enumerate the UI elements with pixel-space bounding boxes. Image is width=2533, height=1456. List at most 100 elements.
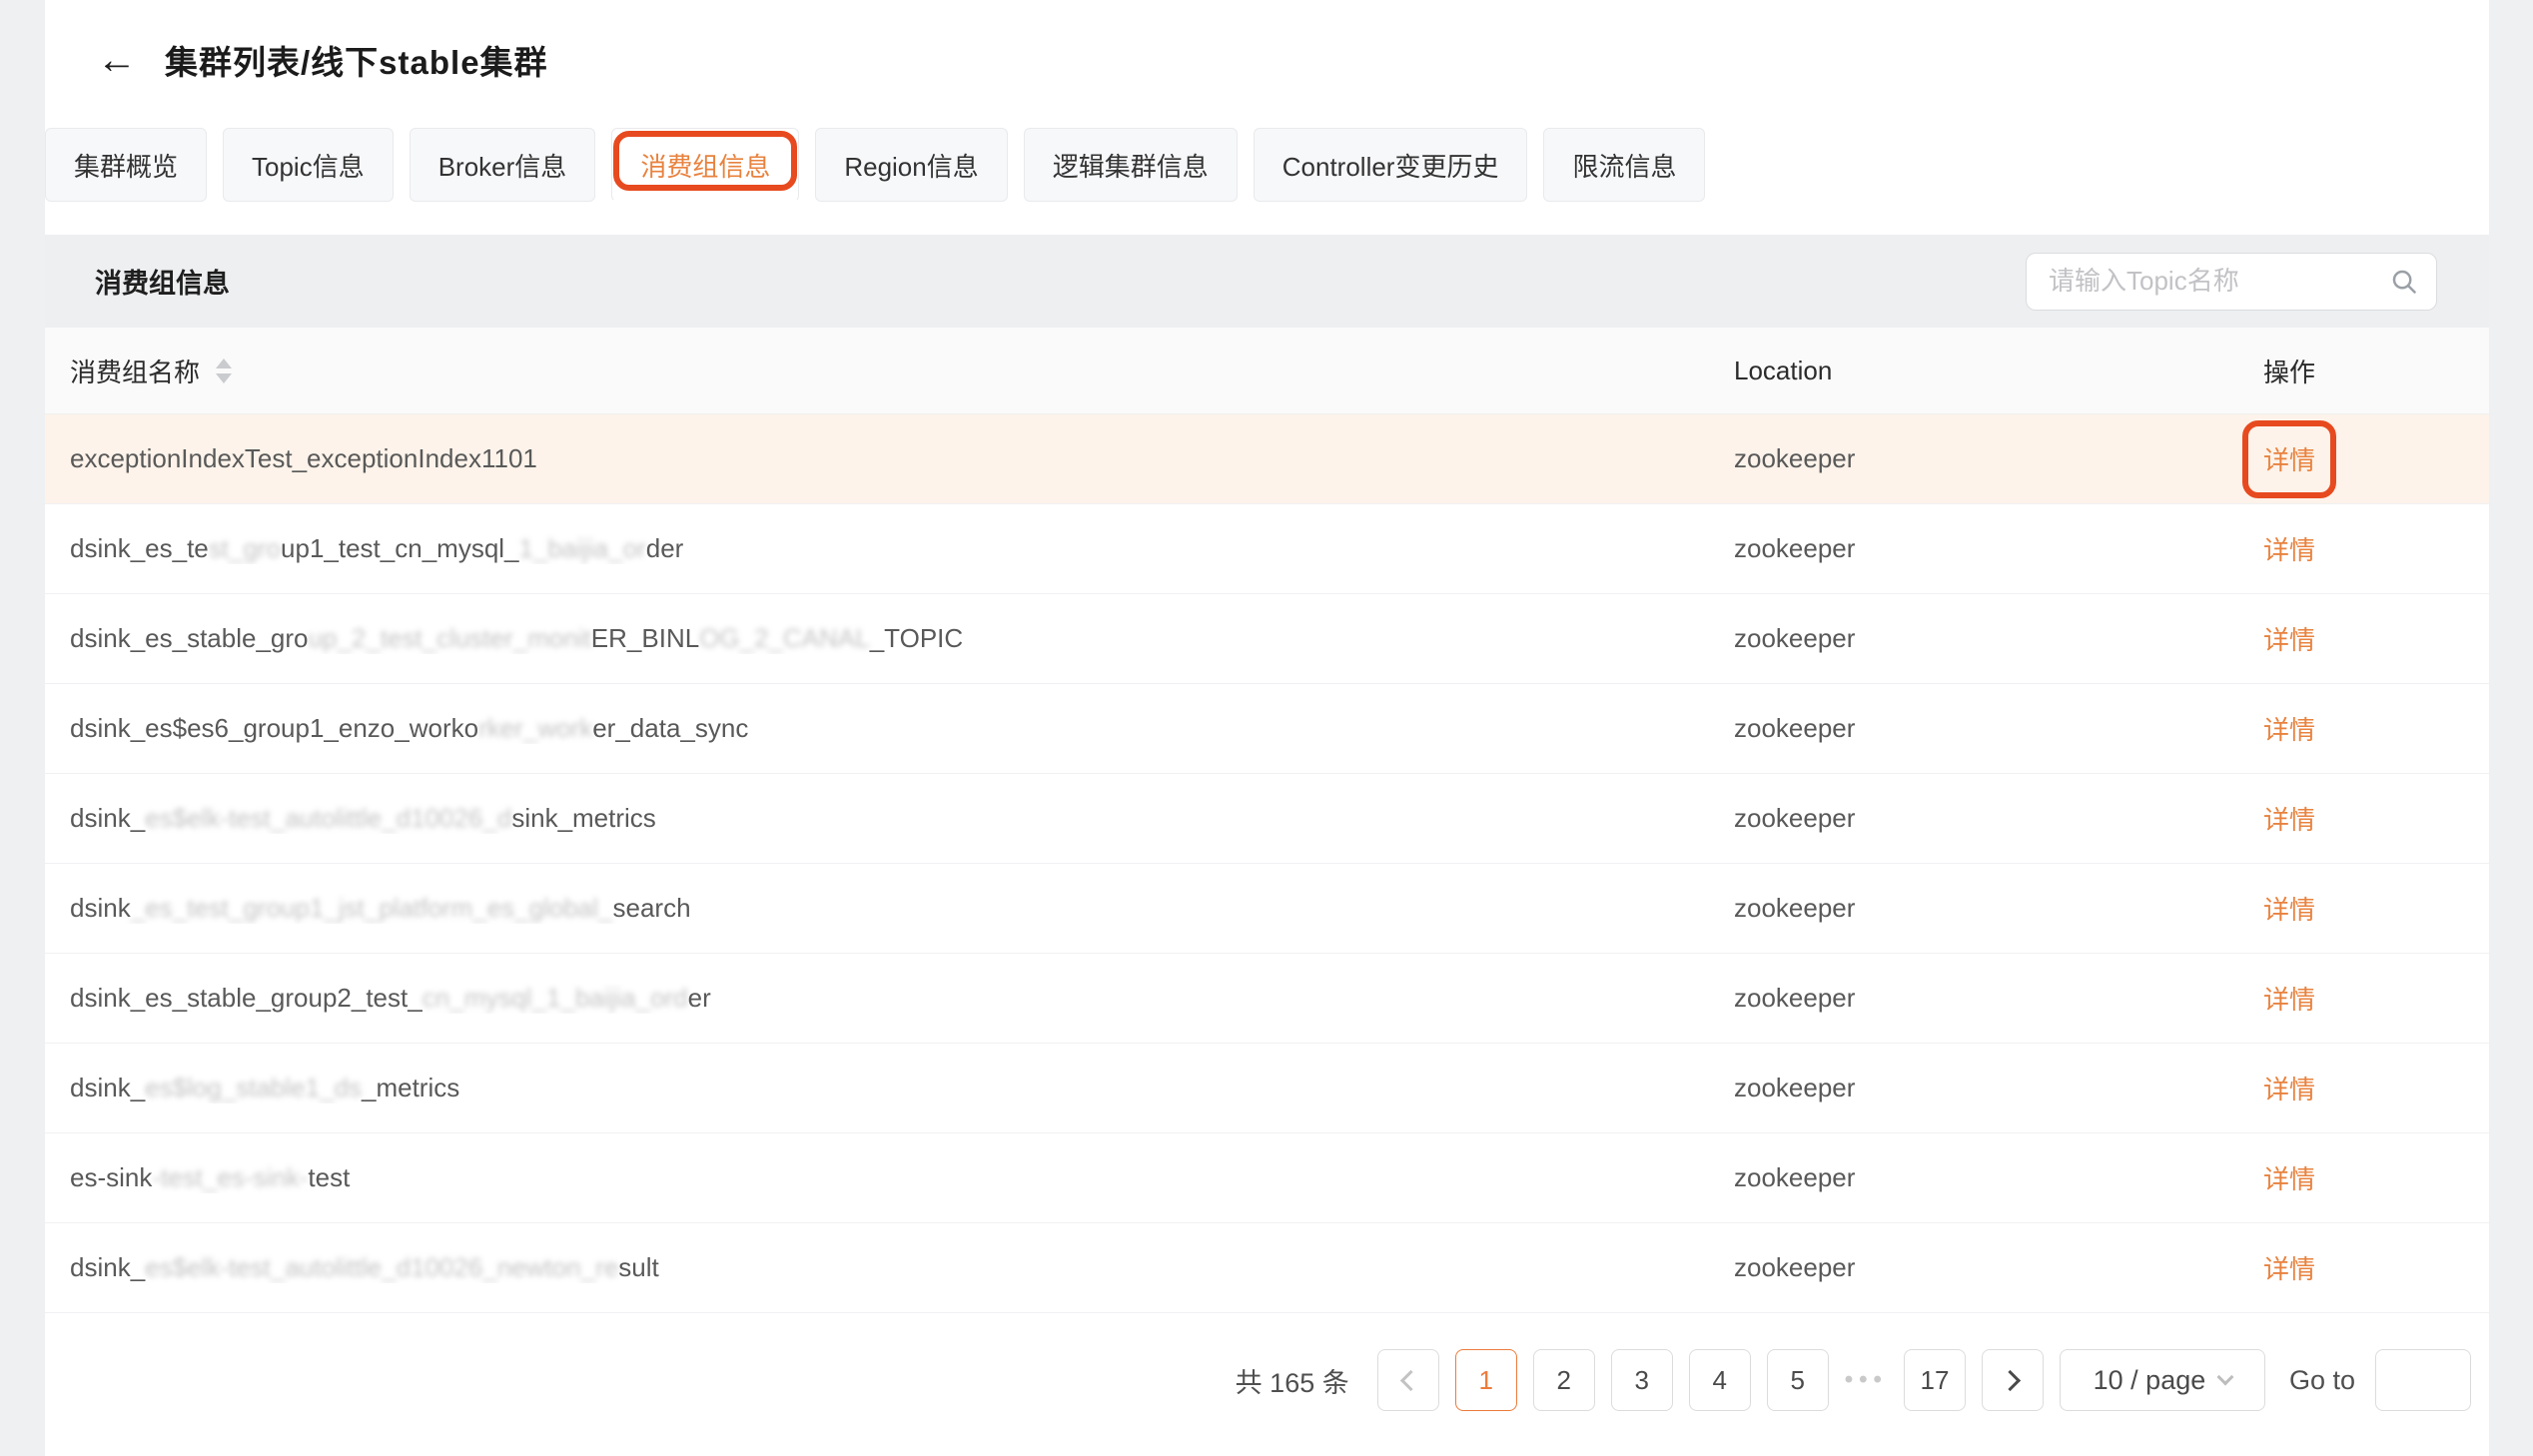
- tab-topic-info[interactable]: Topic信息: [223, 128, 394, 202]
- tab-label: 消费组信息: [640, 147, 770, 184]
- consumer-group-name: dsink_es_test_group1_test_cn_mysql_1_bai…: [45, 533, 1734, 564]
- chevron-down-icon: [2217, 1369, 2234, 1386]
- page-button-2[interactable]: 2: [1533, 1349, 1595, 1411]
- table-row: dsink_es$elk-test_autolittle_d10026_dsin…: [45, 774, 2489, 864]
- table-body: exceptionIndexTest_exceptionIndex1101zoo…: [45, 414, 2489, 1313]
- pagination: 共 165 条12345•••1710 / pageGo to: [45, 1349, 2489, 1411]
- location-value: zookeeper: [1734, 713, 2090, 744]
- page-size-select[interactable]: 10 / page: [2060, 1349, 2265, 1411]
- table-row: dsink_es$log_stable1_ds_metricszookeeper…: [45, 1044, 2489, 1133]
- page-button-4[interactable]: 4: [1689, 1349, 1751, 1411]
- action-cell: 详情: [2090, 800, 2489, 837]
- location-value: zookeeper: [1734, 893, 2090, 924]
- search-input[interactable]: [2026, 253, 2437, 311]
- tab-label: 限流信息: [1572, 147, 1676, 184]
- page-button-3[interactable]: 3: [1611, 1349, 1673, 1411]
- page-button-17[interactable]: 17: [1904, 1349, 1966, 1411]
- action-cell: 详情: [2090, 1249, 2489, 1286]
- topic-search: [2026, 253, 2437, 311]
- location-value: zookeeper: [1734, 533, 2090, 564]
- pagination-ellipsis[interactable]: •••: [1845, 1366, 1888, 1394]
- tab-logical-cluster-info[interactable]: 逻辑集群信息: [1024, 128, 1238, 202]
- consumer-group-name: dsink_es_test_group1_jst_platform_es_glo…: [45, 893, 1734, 924]
- table-row: dsink_es_test_group1_jst_platform_es_glo…: [45, 864, 2489, 954]
- action-cell: 详情: [2090, 620, 2489, 657]
- chevron-left-icon: [1400, 1369, 1421, 1390]
- table-row: es-sink-test_es-sink-testzookeeper 详情: [45, 1133, 2489, 1223]
- consumer-group-name: dsink_es$log_stable1_ds_metrics: [45, 1073, 1734, 1103]
- location-value: zookeeper: [1734, 983, 2090, 1014]
- table-row: dsink_es_test_group1_test_cn_mysql_1_bai…: [45, 504, 2489, 594]
- tab-region-info[interactable]: Region信息: [815, 128, 1007, 202]
- tab-controller-change-history[interactable]: Controller变更历史: [1254, 128, 1528, 202]
- location-value: zookeeper: [1734, 803, 2090, 834]
- prev-page-button[interactable]: [1377, 1349, 1439, 1411]
- column-header-name: 消费组名称: [70, 353, 200, 389]
- detail-link[interactable]: 详情: [2263, 1159, 2315, 1196]
- chevron-right-icon: [2000, 1369, 2021, 1390]
- goto-page-input[interactable]: [2375, 1349, 2471, 1411]
- page-header: ← 集群列表/线下stable集群: [45, 24, 2489, 84]
- search-icon[interactable]: [2389, 267, 2419, 297]
- action-cell: 详情: [2090, 440, 2489, 477]
- tab-label: Controller变更历史: [1282, 147, 1499, 184]
- table-row: dsink_es_stable_group2_test_cn_mysql_1_b…: [45, 954, 2489, 1044]
- action-cell: 详情: [2090, 890, 2489, 927]
- detail-link[interactable]: 详情: [2263, 980, 2315, 1017]
- table-row: dsink_es$elk-test_autolittle_d10026_newt…: [45, 1223, 2489, 1313]
- page-button-1[interactable]: 1: [1455, 1349, 1517, 1411]
- page-button-5[interactable]: 5: [1767, 1349, 1829, 1411]
- tab-label: Region信息: [844, 147, 978, 184]
- location-value: zookeeper: [1734, 623, 2090, 654]
- next-page-button[interactable]: [1982, 1349, 2044, 1411]
- consumer-group-name: dsink_es$elk-test_autolittle_d10026_dsin…: [45, 803, 1734, 834]
- table-header-row: 消费组名称 Location 操作: [45, 328, 2489, 414]
- location-value: zookeeper: [1734, 1073, 2090, 1103]
- detail-link[interactable]: 详情: [2263, 1249, 2315, 1286]
- column-header-location: Location: [1734, 356, 2090, 386]
- page-size-label: 10 / page: [2094, 1365, 2206, 1396]
- tab-label: 集群概览: [74, 147, 178, 184]
- consumer-group-name: dsink_es_stable_group2_test_cn_mysql_1_b…: [45, 983, 1734, 1014]
- tab-broker-info[interactable]: Broker信息: [410, 128, 596, 202]
- consumer-group-name: exceptionIndexTest_exceptionIndex1101: [45, 443, 1734, 474]
- content-card: ← 集群列表/线下stable集群 集群概览Topic信息Broker信息消费组…: [45, 0, 2489, 1456]
- location-value: zookeeper: [1734, 1252, 2090, 1283]
- detail-link[interactable]: 详情: [2263, 800, 2315, 837]
- sort-icon[interactable]: [216, 359, 232, 383]
- column-header-action: 操作: [2090, 353, 2489, 389]
- action-cell: 详情: [2090, 1159, 2489, 1196]
- consumer-group-name: dsink_es_stable_group_2_test_cluster_mon…: [45, 623, 1734, 654]
- action-cell: 详情: [2090, 980, 2489, 1017]
- detail-link[interactable]: 详情: [2263, 1070, 2315, 1106]
- back-arrow-icon[interactable]: ←: [97, 40, 137, 80]
- consumer-group-name: dsink_es$es6_group1_enzo_workorker_worke…: [45, 713, 1734, 744]
- consumer-group-name: dsink_es$elk-test_autolittle_d10026_newt…: [45, 1252, 1734, 1283]
- consumer-group-table: 消费组名称 Location 操作 exceptionIndexTest_exc…: [45, 328, 2489, 1313]
- action-cell: 详情: [2090, 710, 2489, 747]
- action-cell: 详情: [2090, 1070, 2489, 1106]
- tab-consumer-group-info[interactable]: 消费组信息: [611, 128, 799, 202]
- section-title: 消费组信息: [95, 262, 230, 301]
- detail-link[interactable]: 详情: [2263, 530, 2315, 567]
- tab-bar: 集群概览 Topic信息 Broker信息 消费组信息 Region信息 逻辑集群信息 Co…: [45, 128, 2489, 202]
- table-row: dsink_es_stable_group_2_test_cluster_mon…: [45, 594, 2489, 684]
- page: { "colors": { "accent_orange": "#E8823E"…: [0, 0, 2533, 1456]
- location-value: zookeeper: [1734, 443, 2090, 474]
- tab-label: 逻辑集群信息: [1053, 147, 1209, 184]
- location-value: zookeeper: [1734, 1162, 2090, 1193]
- tab-label: Topic信息: [252, 147, 365, 184]
- page-title: 集群列表/线下stable集群: [165, 36, 548, 84]
- table-row: dsink_es$es6_group1_enzo_workorker_worke…: [45, 684, 2489, 774]
- consumer-group-name: es-sink-test_es-sink-test: [45, 1162, 1734, 1193]
- tab-cluster-overview[interactable]: 集群概览: [45, 128, 207, 202]
- tab-label: Broker信息: [438, 147, 567, 184]
- table-row: exceptionIndexTest_exceptionIndex1101zoo…: [45, 414, 2489, 504]
- detail-link[interactable]: 详情: [2263, 620, 2315, 657]
- detail-link[interactable]: 详情: [2263, 890, 2315, 927]
- pagination-total: 共 165 条: [1236, 1361, 1349, 1400]
- detail-link[interactable]: 详情: [2263, 440, 2315, 477]
- detail-link[interactable]: 详情: [2263, 710, 2315, 747]
- tab-throttle-info[interactable]: 限流信息: [1543, 128, 1705, 202]
- action-cell: 详情: [2090, 530, 2489, 567]
